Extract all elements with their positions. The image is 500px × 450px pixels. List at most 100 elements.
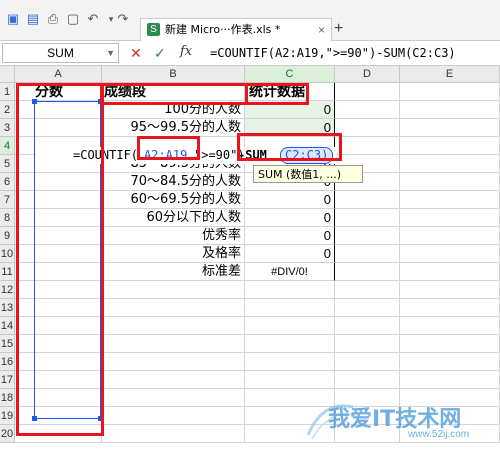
cell-e2[interactable]: [400, 101, 500, 119]
range-handle-icon[interactable]: [98, 99, 103, 104]
row-header-8[interactable]: 8: [0, 209, 15, 227]
cell-c12[interactable]: [245, 281, 335, 299]
range-handle-icon[interactable]: [32, 416, 37, 421]
cell-c15[interactable]: [245, 335, 335, 353]
row-header-7[interactable]: 7: [0, 191, 15, 209]
cell-e6[interactable]: [400, 173, 500, 191]
cell-c14[interactable]: [245, 317, 335, 335]
cell-e16[interactable]: [400, 353, 500, 371]
cell-c16[interactable]: [245, 353, 335, 371]
cell-b1[interactable]: 成绩段: [102, 83, 245, 101]
cell-c2[interactable]: 0: [245, 101, 335, 119]
cell-b11[interactable]: 标准差: [102, 263, 245, 281]
cell-c3[interactable]: 0: [245, 119, 335, 137]
cell-c7[interactable]: 0: [245, 191, 335, 209]
undo-icon[interactable]: ↶: [86, 12, 100, 26]
cell-e17[interactable]: [400, 371, 500, 389]
cell-c10[interactable]: 0: [245, 245, 335, 263]
row-header-12[interactable]: 12: [0, 281, 15, 299]
row-header-4[interactable]: 4: [0, 137, 15, 155]
preview-icon[interactable]: ▢: [66, 12, 80, 26]
cell-b9[interactable]: 优秀率: [102, 227, 245, 245]
cell-b2[interactable]: 100分的人数: [102, 101, 245, 119]
cell-e11[interactable]: [400, 263, 500, 281]
cell-e1[interactable]: [400, 83, 500, 101]
cell-b10[interactable]: 及格率: [102, 245, 245, 263]
cell-d1[interactable]: [335, 83, 400, 101]
cell-e15[interactable]: [400, 335, 500, 353]
cell-e13[interactable]: [400, 299, 500, 317]
row-header-19[interactable]: 19: [0, 407, 15, 425]
cell-c17[interactable]: [245, 371, 335, 389]
cell-e7[interactable]: [400, 191, 500, 209]
name-box[interactable]: SUM ▼: [2, 43, 119, 63]
logo-icon[interactable]: ▣: [6, 12, 20, 26]
select-all-corner[interactable]: [0, 66, 15, 83]
row-header-2[interactable]: 2: [0, 101, 15, 119]
cell-b13[interactable]: [102, 299, 245, 317]
redo-icon[interactable]: ↷: [116, 12, 130, 26]
row-header-16[interactable]: 16: [0, 353, 15, 371]
column-header-e[interactable]: E: [400, 66, 500, 83]
row-header-9[interactable]: 9: [0, 227, 15, 245]
cell-b20[interactable]: [102, 425, 245, 443]
cell-b8[interactable]: 60分以下的人数: [102, 209, 245, 227]
cell-e4[interactable]: [400, 137, 500, 155]
cell-e9[interactable]: [400, 227, 500, 245]
range-handle-icon[interactable]: [32, 99, 37, 104]
insert-function-button[interactable]: fx: [180, 44, 192, 59]
cell-d2[interactable]: [335, 101, 400, 119]
row-header-1[interactable]: 1: [0, 83, 15, 101]
row-header-20[interactable]: 20: [0, 425, 15, 443]
cell-b3[interactable]: 95～99.5分的人数: [102, 119, 245, 137]
cell-b6[interactable]: 70～84.5分的人数: [102, 173, 245, 191]
save-icon[interactable]: ▤: [26, 12, 40, 26]
cell-c13[interactable]: [245, 299, 335, 317]
cell-d11[interactable]: [335, 263, 400, 281]
close-icon[interactable]: ×: [318, 19, 325, 41]
formula-input[interactable]: =COUNTIF(A2:A19,">=90")-SUM(C2:C3): [210, 44, 456, 62]
row-header-13[interactable]: 13: [0, 299, 15, 317]
cell-b18[interactable]: [102, 389, 245, 407]
range-handle-icon[interactable]: [98, 416, 103, 421]
cell-d16[interactable]: [335, 353, 400, 371]
cell-e3[interactable]: [400, 119, 500, 137]
row-header-5[interactable]: 5: [0, 155, 15, 173]
confirm-button[interactable]: ✓: [154, 44, 166, 62]
column-header-c[interactable]: C: [245, 66, 335, 83]
cell-e14[interactable]: [400, 317, 500, 335]
cell-b16[interactable]: [102, 353, 245, 371]
cell-d4[interactable]: [335, 137, 400, 155]
row-header-17[interactable]: 17: [0, 371, 15, 389]
cell-c9[interactable]: 0: [245, 227, 335, 245]
cell-b12[interactable]: [102, 281, 245, 299]
row-header-10[interactable]: 10: [0, 245, 15, 263]
cell-c1[interactable]: 统计数据: [245, 83, 335, 101]
cell-d15[interactable]: [335, 335, 400, 353]
row-header-18[interactable]: 18: [0, 389, 15, 407]
cell-d10[interactable]: [335, 245, 400, 263]
cell-e10[interactable]: [400, 245, 500, 263]
cell-d13[interactable]: [335, 299, 400, 317]
cell-d14[interactable]: [335, 317, 400, 335]
cell-d7[interactable]: [335, 191, 400, 209]
cell-c8[interactable]: 0: [245, 209, 335, 227]
cancel-button[interactable]: ✕: [130, 44, 142, 62]
tab-workbook[interactable]: S 新建 Micro···作表.xls * ×: [140, 18, 332, 41]
row-header-15[interactable]: 15: [0, 335, 15, 353]
cell-e5[interactable]: [400, 155, 500, 173]
print-icon[interactable]: ⎙: [46, 12, 60, 26]
cell-d17[interactable]: [335, 371, 400, 389]
cell-a1[interactable]: 分数: [15, 83, 102, 101]
cell-c11[interactable]: #DIV/0!: [245, 263, 335, 281]
cell-a20[interactable]: [15, 425, 102, 443]
column-header-a[interactable]: A: [15, 66, 102, 83]
cell-b15[interactable]: [102, 335, 245, 353]
row-header-6[interactable]: 6: [0, 173, 15, 191]
cell-e8[interactable]: [400, 209, 500, 227]
column-header-b[interactable]: B: [102, 66, 245, 83]
row-header-14[interactable]: 14: [0, 317, 15, 335]
cell-e12[interactable]: [400, 281, 500, 299]
column-header-d[interactable]: D: [335, 66, 400, 83]
new-tab-button[interactable]: +: [334, 20, 343, 38]
